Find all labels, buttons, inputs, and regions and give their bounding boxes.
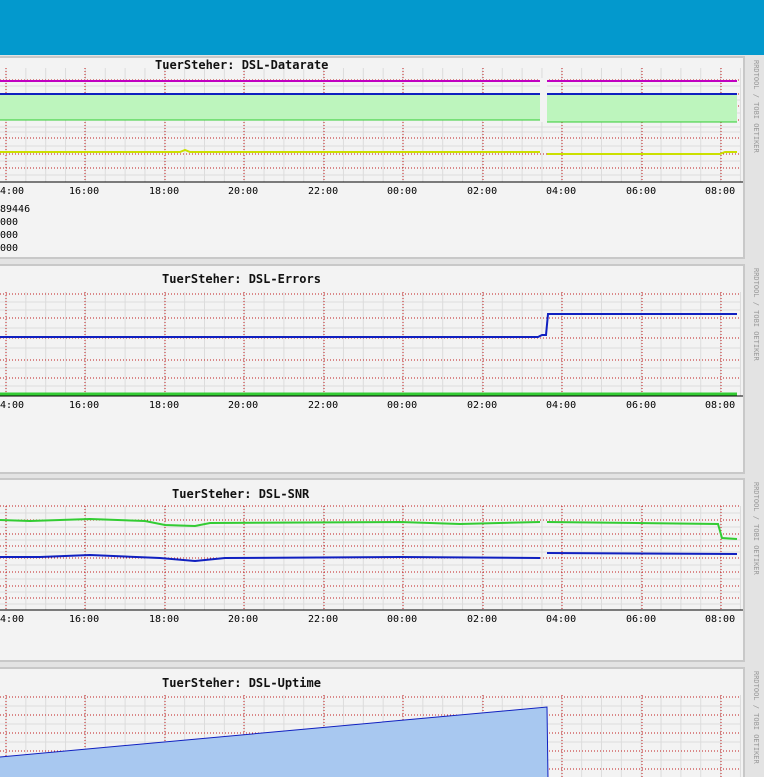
time-tick-label: 18:00 — [149, 400, 179, 411]
datarate-gap — [540, 78, 547, 122]
errors-line-crc — [0, 313, 737, 338]
time-tick-label: 04:00 — [546, 614, 576, 625]
time-tick-label: 06:00 — [626, 400, 656, 411]
uptime-chart — [0, 695, 741, 777]
time-tick-label: 06:00 — [626, 186, 656, 197]
errors-graph: 4:00 16:00 18:00 20:00 22:00 00:00 02:00 04:00 0… — [0, 264, 745, 474]
time-tick-label: 02:00 — [467, 186, 497, 197]
time-tick-label: 4:00 — [0, 614, 24, 625]
snr-title: TuerSteher: DSL-SNR — [172, 487, 310, 501]
legend-line-4: 000 — [0, 243, 19, 254]
time-tick-label: 08:00 — [705, 614, 735, 625]
time-tick-label: 04:00 — [546, 400, 576, 411]
snr-line-down-2 — [546, 552, 738, 555]
uptime-graph: TuerSteher: DSL-Uptime — [0, 667, 745, 777]
time-tick-label: 22:00 — [308, 614, 338, 625]
top-bar — [0, 0, 764, 55]
datarate-title: TuerSteher: DSL-Datarate — [155, 58, 329, 72]
time-tick-label: 20:00 — [228, 614, 258, 625]
datarate-legend: 89446 000 000 000 — [0, 203, 30, 255]
watermark-datarate: RRDTOOL / TOBI OETIKER — [752, 60, 760, 153]
legend-line-3: 000 — [0, 230, 19, 241]
legend-line-2: 000 — [0, 217, 19, 228]
time-tick-label: 00:00 — [387, 186, 417, 197]
time-tick-label: 02:00 — [467, 614, 497, 625]
watermark-uptime: RRDTOOL / TOBI OETIKER — [752, 671, 760, 764]
datarate-line-attainable — [0, 148, 540, 153]
time-tick-label: 18:00 — [149, 186, 179, 197]
errors-title: TuerSteher: DSL-Errors — [162, 272, 321, 286]
time-tick-label: 18:00 — [149, 614, 179, 625]
time-tick-label: 08:00 — [705, 186, 735, 197]
time-tick-label: 04:00 — [546, 186, 576, 197]
time-tick-label: 20:00 — [228, 186, 258, 197]
time-tick-label: 22:00 — [308, 400, 338, 411]
errors-chart: 4:00 16:00 18:00 20:00 22:00 00:00 02:00 04:00 0… — [0, 292, 743, 411]
time-tick-label: 00:00 — [387, 400, 417, 411]
datarate-area-left — [0, 94, 540, 120]
time-tick-label: 22:00 — [308, 186, 338, 197]
time-tick-label: 16:00 — [69, 614, 99, 625]
time-tick-label: 4:00 — [0, 400, 24, 411]
snr-chart: 4:00 16:00 18:00 20:00 22:00 00:00 02:00 04:00 0… — [0, 505, 743, 625]
snr-graph: 4:00 16:00 18:00 20:00 22:00 00:00 02:00 04:00 0… — [0, 478, 745, 662]
time-tick-label: 4:00 — [0, 186, 24, 197]
time-tick-label: 08:00 — [705, 400, 735, 411]
watermark-snr: RRDTOOL / TOBI OETIKER — [752, 482, 760, 575]
datarate-chart: 4:00 16:00 18:00 20:00 22:00 00:00 02:00 04:00 0… — [0, 68, 743, 197]
legend-line-1: 89446 — [0, 204, 31, 215]
time-tick-label: 06:00 — [626, 614, 656, 625]
time-tick-label: 20:00 — [228, 400, 258, 411]
uptime-title: TuerSteher: DSL-Uptime — [162, 676, 321, 690]
time-tick-label: 00:00 — [387, 614, 417, 625]
watermark-errors: RRDTOOL / TOBI OETIKER — [752, 268, 760, 361]
datarate-area-right — [547, 94, 737, 122]
time-tick-label: 16:00 — [69, 400, 99, 411]
datarate-graph: 4:00 16:00 18:00 20:00 22:00 00:00 02:00 04:00 0… — [0, 56, 745, 259]
time-tick-label: 02:00 — [467, 400, 497, 411]
time-tick-label: 16:00 — [69, 186, 99, 197]
